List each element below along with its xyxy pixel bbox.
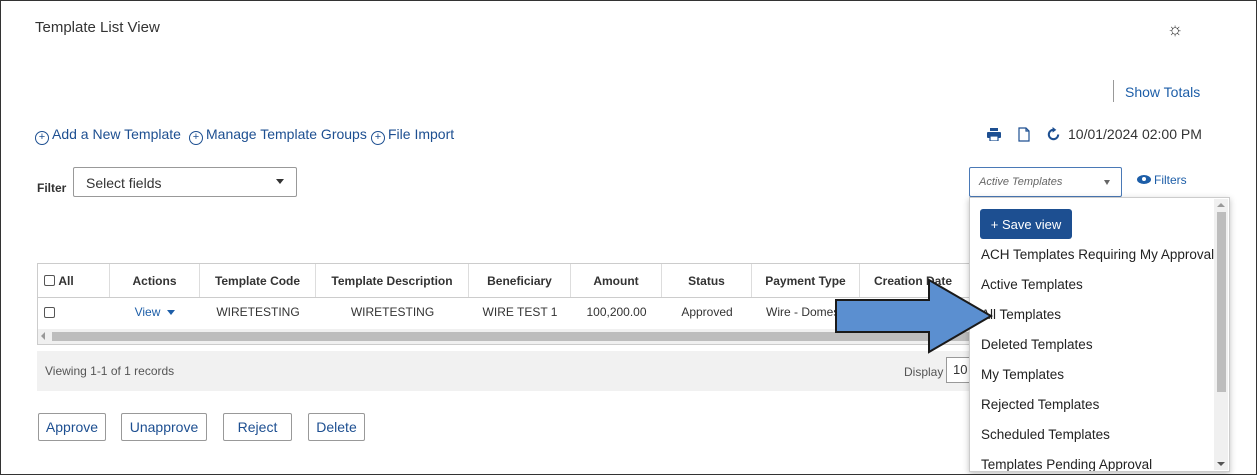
row-amount: 100,200.00	[586, 305, 647, 319]
col-header-amount[interactable]: Amount	[571, 264, 662, 297]
scroll-down-icon[interactable]	[1217, 462, 1225, 466]
row-beneficiary: WIRE TEST 1	[482, 305, 558, 319]
manage-template-groups-link[interactable]: + Manage Template Groups	[189, 126, 367, 145]
chevron-down-icon	[276, 179, 284, 184]
print-icon[interactable]	[987, 128, 1001, 141]
last-refreshed-datetime: 10/01/2024 02:00 PM	[1068, 126, 1202, 142]
select-all-header[interactable]: All	[38, 264, 110, 297]
delete-button[interactable]: Delete	[308, 413, 365, 441]
view-option[interactable]: Scheduled Templates	[981, 427, 1110, 442]
col-header-status[interactable]: Status	[662, 264, 752, 297]
plus-circle-icon: +	[371, 131, 385, 145]
show-totals-link[interactable]: Show Totals	[1125, 84, 1200, 100]
vertical-scrollbar[interactable]	[1214, 199, 1228, 470]
col-header-template-description[interactable]: Template Description	[316, 264, 469, 297]
select-all-checkbox[interactable]	[44, 275, 55, 286]
col-header-actions[interactable]: Actions	[110, 264, 200, 297]
refresh-icon[interactable]	[1046, 127, 1061, 142]
manage-groups-label: Manage Template Groups	[206, 126, 367, 142]
filter-fields-select[interactable]: Select fields	[73, 167, 297, 197]
view-option[interactable]: ACH Templates Requiring My Approval	[981, 247, 1214, 262]
chevron-down-icon[interactable]	[167, 309, 176, 315]
filter-label: Filter	[37, 181, 67, 195]
export-icon[interactable]	[1018, 127, 1030, 142]
row-status: Approved	[681, 305, 733, 319]
scrollbar-thumb[interactable]	[1217, 212, 1226, 392]
gear-icon[interactable]: ☼	[1165, 19, 1185, 40]
scroll-left-icon[interactable]	[41, 332, 45, 340]
arrow-pointer	[835, 278, 993, 354]
row-select-cell	[38, 297, 110, 327]
template-list-view-panel: Template List View ☼ Show Totals + Add a …	[0, 0, 1257, 475]
approve-button[interactable]: Approve	[38, 413, 106, 441]
view-action-link[interactable]: View	[135, 305, 161, 319]
saved-views-dropdown: + Save view ACH Templates Requiring My A…	[969, 197, 1230, 472]
view-option[interactable]: My Templates	[981, 367, 1064, 382]
col-header: All	[58, 273, 74, 288]
scroll-up-icon[interactable]	[1217, 203, 1225, 207]
record-count: Viewing 1-1 of 1 records	[45, 364, 175, 378]
file-import-link[interactable]: + File Import	[371, 126, 454, 145]
reject-button[interactable]: Reject	[223, 413, 292, 441]
row-template-code: WIRETESTING	[216, 305, 300, 319]
view-option[interactable]: Templates Pending Approval	[981, 457, 1152, 471]
saved-view-select[interactable]: Active Templates	[969, 167, 1122, 197]
saved-view-value: Active Templates	[979, 176, 1063, 188]
filters-label: Filters	[1154, 173, 1187, 187]
col-header-beneficiary[interactable]: Beneficiary	[469, 264, 571, 297]
plus-circle-icon: +	[189, 131, 203, 145]
row-checkbox[interactable]	[44, 306, 55, 318]
eye-icon	[1137, 175, 1151, 184]
add-template-label: Add a New Template	[52, 126, 181, 142]
row-template-description: WIRETESTING	[350, 305, 435, 319]
plus-circle-icon: +	[35, 131, 49, 145]
save-view-button[interactable]: + Save view	[980, 209, 1072, 239]
file-import-label: File Import	[388, 126, 455, 142]
unapprove-button[interactable]: Unapprove	[121, 413, 207, 441]
pagination-bar	[37, 351, 977, 391]
chevron-down-icon	[1104, 180, 1110, 185]
divider	[1113, 80, 1114, 102]
filters-link[interactable]: Filters	[1137, 173, 1187, 187]
view-option[interactable]: Deleted Templates	[981, 337, 1093, 352]
page-title: Template List View	[35, 19, 160, 36]
col-header-template-code[interactable]: Template Code	[200, 264, 316, 297]
row-actions-cell[interactable]: View	[110, 297, 200, 327]
view-option[interactable]: Active Templates	[981, 277, 1083, 292]
add-template-link[interactable]: + Add a New Template	[35, 126, 181, 145]
display-label: Display	[904, 365, 944, 379]
view-option[interactable]: Rejected Templates	[981, 397, 1099, 412]
filter-select-value: Select fields	[86, 175, 162, 191]
